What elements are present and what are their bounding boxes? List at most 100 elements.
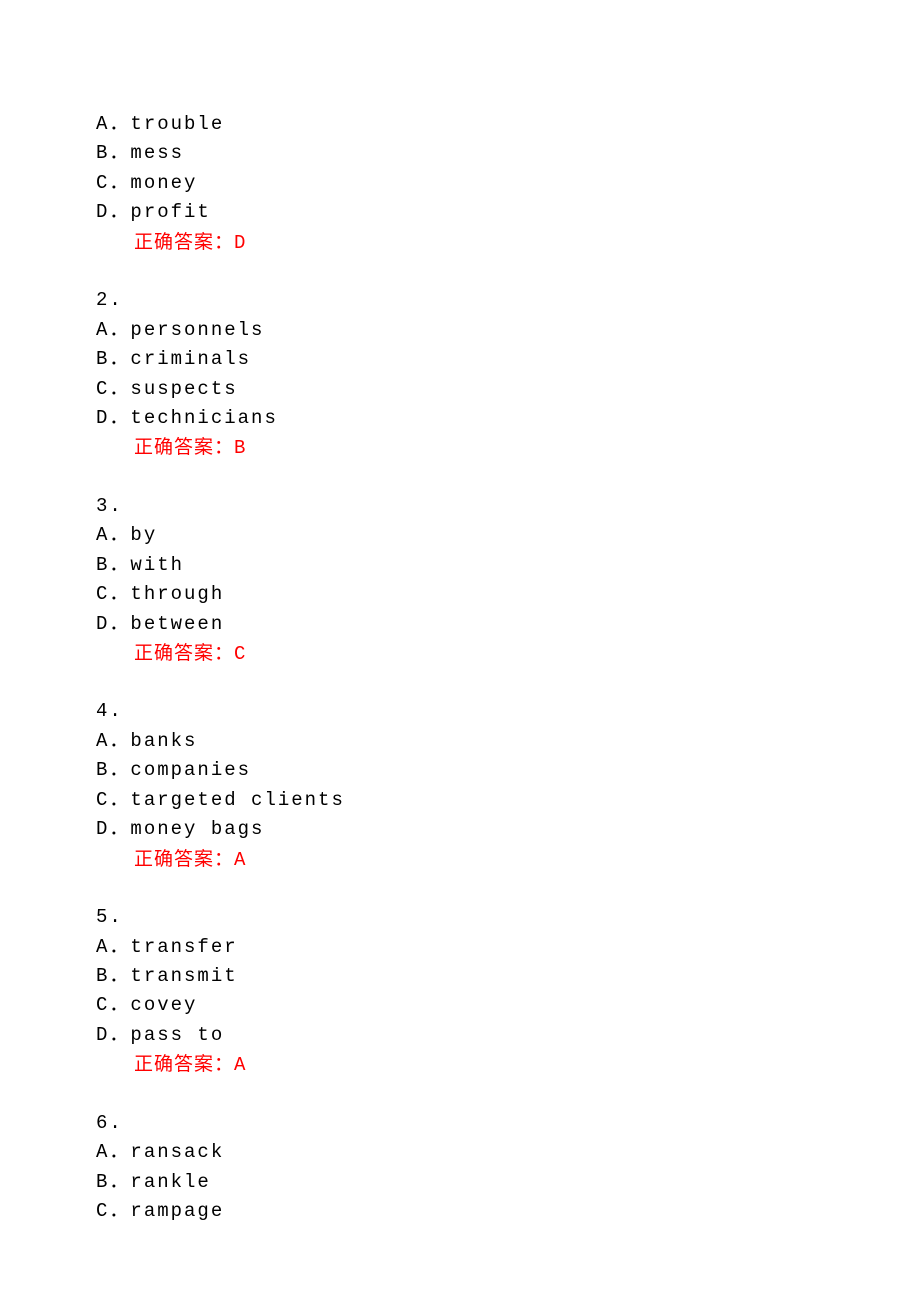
answer-value: A [234,849,247,871]
question-number: 6. [96,1109,920,1138]
option-text: personnels [130,319,264,341]
option-label: A [96,113,109,135]
option-line: A．trouble [96,110,920,139]
option-line: D．money bags [96,815,920,844]
question-block-3: 3. A．by B．with C．through D．between 正确答案：… [96,492,920,670]
option-line: B．criminals [96,345,920,374]
option-line: A．personnels [96,316,920,345]
answer-label: 正确答案： [134,643,234,664]
option-dot: ． [109,554,130,576]
option-line: B．transmit [96,962,920,991]
option-dot: ． [109,407,130,429]
option-line: C．rampage [96,1197,920,1226]
option-dot: ． [109,172,130,194]
option-dot: ． [109,348,130,370]
option-label: C [96,1200,109,1222]
option-text: with [130,554,184,576]
option-label: B [96,348,109,370]
answer-line: 正确答案：D [96,228,920,258]
option-text: transmit [130,965,237,987]
option-line: C．targeted clients [96,786,920,815]
question-block-6: 6. A．ransack B．rankle C．rampage [96,1109,920,1227]
option-label: A [96,1141,109,1163]
answer-label: 正确答案： [134,437,234,458]
question-number: 5. [96,903,920,932]
document-page: A．trouble B．mess C．money D．profit 正确答案：D… [0,0,920,1302]
option-line: A．transfer [96,933,920,962]
option-dot: ． [109,113,130,135]
option-line: A．banks [96,727,920,756]
question-block-5: 5. A．transfer B．transmit C．covey D．pass … [96,903,920,1081]
option-line: B．with [96,551,920,580]
option-dot: ． [109,730,130,752]
option-text: trouble [130,113,224,135]
option-text: companies [130,759,251,781]
option-label: C [96,994,109,1016]
option-label: C [96,378,109,400]
option-line: D．between [96,610,920,639]
answer-label: 正确答案： [134,232,234,253]
option-text: banks [130,730,197,752]
answer-line: 正确答案：C [96,639,920,669]
option-label: B [96,759,109,781]
option-label: B [96,1171,109,1193]
answer-line: 正确答案：B [96,433,920,463]
option-text: rankle [130,1171,210,1193]
option-label: A [96,319,109,341]
answer-value: B [234,437,247,459]
option-dot: ． [109,818,130,840]
option-label: B [96,142,109,164]
option-text: targeted clients [130,789,344,811]
answer-label: 正确答案： [134,1054,234,1075]
option-text: through [130,583,224,605]
option-dot: ． [109,789,130,811]
option-dot: ． [109,378,130,400]
option-dot: ． [109,524,130,546]
option-line: C．covey [96,991,920,1020]
question-number: 4. [96,697,920,726]
option-dot: ． [109,965,130,987]
answer-value: C [234,643,247,665]
option-label: A [96,936,109,958]
answer-line: 正确答案：A [96,1050,920,1080]
option-dot: ． [109,201,130,223]
option-dot: ． [109,142,130,164]
option-dot: ． [109,1171,130,1193]
answer-label: 正确答案： [134,849,234,870]
option-dot: ． [109,613,130,635]
answer-line: 正确答案：A [96,845,920,875]
option-line: D．pass to [96,1021,920,1050]
option-label: D [96,613,109,635]
option-label: B [96,965,109,987]
option-dot: ． [109,994,130,1016]
option-line: D．technicians [96,404,920,433]
option-label: C [96,789,109,811]
option-text: ransack [130,1141,224,1163]
option-text: rampage [130,1200,224,1222]
answer-value: A [234,1054,247,1076]
option-text: pass to [130,1024,224,1046]
question-number: 3. [96,492,920,521]
option-line: A．by [96,521,920,550]
option-label: A [96,524,109,546]
option-dot: ． [109,319,130,341]
option-label: D [96,201,109,223]
option-text: money [130,172,197,194]
option-dot: ． [109,583,130,605]
option-dot: ． [109,1141,130,1163]
option-label: D [96,407,109,429]
option-line: C．money [96,169,920,198]
option-label: D [96,818,109,840]
option-label: A [96,730,109,752]
option-line: B．rankle [96,1168,920,1197]
answer-value: D [234,232,247,254]
option-text: covey [130,994,197,1016]
option-line: C．suspects [96,375,920,404]
option-line: B．mess [96,139,920,168]
question-block-4: 4. A．banks B．companies C．targeted client… [96,697,920,875]
option-label: C [96,583,109,605]
option-text: criminals [130,348,251,370]
option-text: mess [130,142,184,164]
option-text: suspects [130,378,237,400]
option-dot: ． [109,1200,130,1222]
